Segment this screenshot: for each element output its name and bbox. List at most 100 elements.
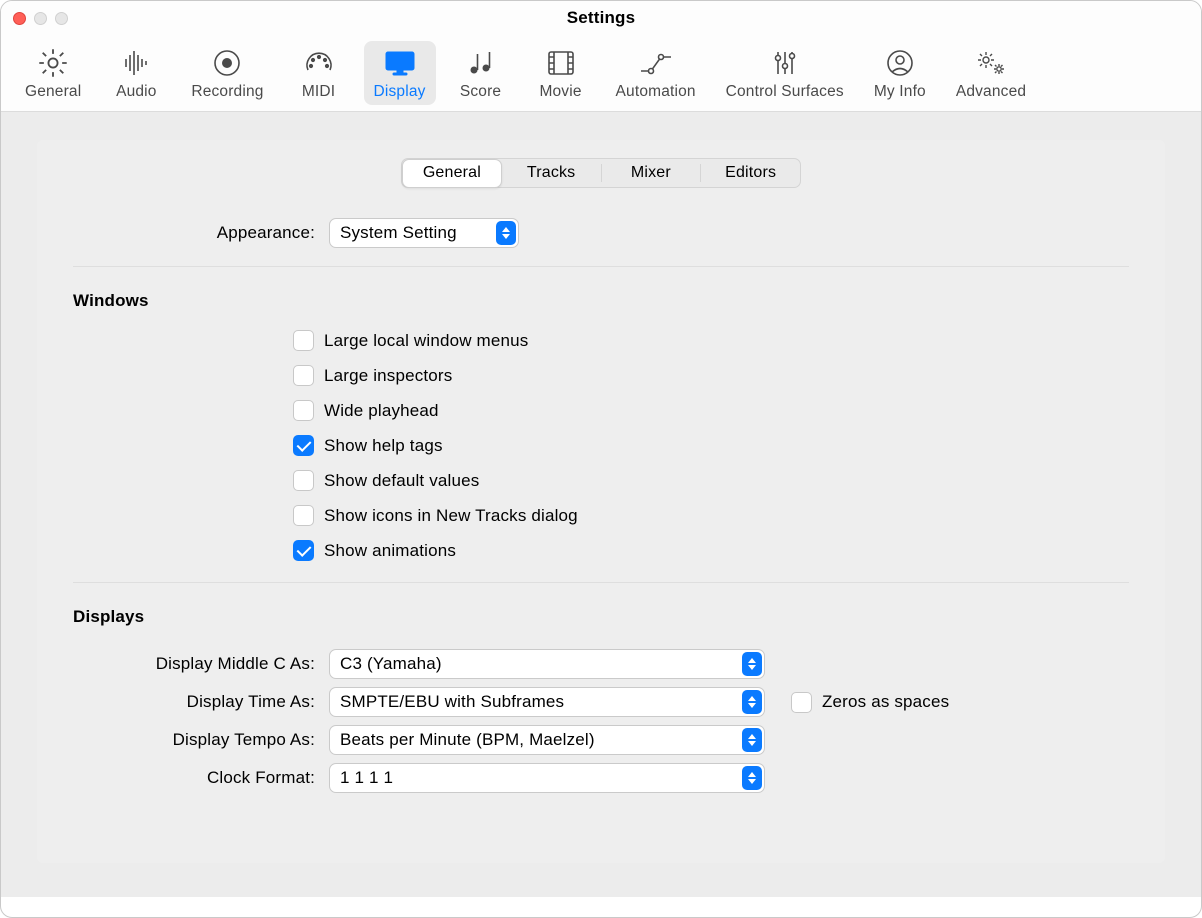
- checkbox-zeros-as-spaces[interactable]: [791, 692, 812, 713]
- settings-toolbar: General Audio Recording: [1, 35, 1201, 112]
- toolbar-label: Audio: [116, 83, 157, 101]
- checkbox-wide-playhead[interactable]: [293, 400, 314, 421]
- toolbar-item-midi[interactable]: MIDI: [284, 41, 354, 105]
- settings-window: Settings General Audio: [0, 0, 1202, 918]
- subtab-label: General: [423, 164, 481, 182]
- checkbox-show-icons-new-tracks[interactable]: [293, 505, 314, 526]
- display-tempo-label: Display Tempo As:: [73, 730, 317, 750]
- checkbox-label: Large inspectors: [324, 366, 452, 386]
- display-time-select[interactable]: SMPTE/EBU with Subframes: [329, 687, 765, 717]
- clock-format-select[interactable]: 1 1 1 1: [329, 763, 765, 793]
- midi-port-icon: [299, 47, 339, 79]
- toolbar-item-score[interactable]: Score: [446, 41, 516, 105]
- dropdown-stepper-icon: [742, 766, 762, 790]
- windows-section-header: Windows: [37, 281, 1165, 323]
- audio-wave-icon: [116, 47, 156, 79]
- subtab-general[interactable]: General: [402, 159, 503, 188]
- zeros-as-spaces-group: Zeros as spaces: [791, 692, 949, 713]
- minimize-button[interactable]: [34, 12, 47, 25]
- select-value: 1 1 1 1: [340, 768, 393, 788]
- toolbar-label: MIDI: [302, 83, 335, 101]
- toolbar-label: Display: [374, 83, 426, 101]
- checkbox-row-show-animations: Show animations: [37, 533, 1165, 568]
- select-value: C3 (Yamaha): [340, 654, 442, 674]
- checkbox-label: Show animations: [324, 541, 456, 561]
- clock-format-row: Clock Format: 1 1 1 1: [37, 759, 1165, 797]
- subtab-label: Editors: [725, 164, 776, 182]
- sliders-icon: [765, 47, 805, 79]
- displays-section-header: Displays: [37, 597, 1165, 639]
- settings-panel: General Tracks Mixer Editors Appearance:…: [37, 140, 1165, 863]
- maximize-button[interactable]: [55, 12, 68, 25]
- subtab-editors[interactable]: Editors: [701, 159, 800, 187]
- checkbox-row-show-icons-new-tracks: Show icons in New Tracks dialog: [37, 498, 1165, 533]
- select-value: System Setting: [340, 223, 457, 243]
- display-tempo-row: Display Tempo As: Beats per Minute (BPM,…: [37, 721, 1165, 759]
- checkbox-label: Show help tags: [324, 436, 443, 456]
- music-notes-icon: [461, 47, 501, 79]
- section-divider: [73, 582, 1129, 583]
- toolbar-label: Movie: [539, 83, 581, 101]
- checkbox-row-show-default-values: Show default values: [37, 463, 1165, 498]
- section-divider: [73, 266, 1129, 267]
- dropdown-stepper-icon: [496, 221, 516, 245]
- toolbar-label: Automation: [616, 83, 696, 101]
- toolbar-label: General: [25, 83, 81, 101]
- appearance-label: Appearance:: [73, 223, 317, 243]
- checkbox-row-large-local-window-menus: Large local window menus: [37, 323, 1165, 358]
- toolbar-item-my-info[interactable]: My Info: [864, 41, 936, 105]
- display-tempo-select[interactable]: Beats per Minute (BPM, Maelzel): [329, 725, 765, 755]
- toolbar-label: Advanced: [956, 83, 1026, 101]
- checkbox-row-show-help-tags: Show help tags: [37, 428, 1165, 463]
- subtab-mixer[interactable]: Mixer: [602, 159, 701, 187]
- display-time-row: Display Time As: SMPTE/EBU with Subframe…: [37, 683, 1165, 721]
- dropdown-stepper-icon: [742, 690, 762, 714]
- gears-icon: [971, 47, 1011, 79]
- display-subtabs: General Tracks Mixer Editors: [401, 158, 801, 188]
- checkbox-label: Wide playhead: [324, 401, 439, 421]
- toolbar-item-movie[interactable]: Movie: [526, 41, 596, 105]
- checkbox-large-local-window-menus[interactable]: [293, 330, 314, 351]
- close-button[interactable]: [13, 12, 26, 25]
- dropdown-stepper-icon: [742, 728, 762, 752]
- checkbox-large-inspectors[interactable]: [293, 365, 314, 386]
- toolbar-item-recording[interactable]: Recording: [181, 41, 273, 105]
- person-circle-icon: [880, 47, 920, 79]
- subtab-label: Tracks: [527, 164, 575, 182]
- record-icon: [207, 47, 247, 79]
- toolbar-label: Score: [460, 83, 501, 101]
- checkbox-label: Large local window menus: [324, 331, 528, 351]
- toolbar-item-advanced[interactable]: Advanced: [946, 41, 1036, 105]
- checkbox-label: Show icons in New Tracks dialog: [324, 506, 578, 526]
- middle-c-select[interactable]: C3 (Yamaha): [329, 649, 765, 679]
- dropdown-stepper-icon: [742, 652, 762, 676]
- middle-c-label: Display Middle C As:: [73, 654, 317, 674]
- content-area: General Tracks Mixer Editors Appearance:…: [1, 112, 1201, 897]
- toolbar-item-general[interactable]: General: [15, 41, 91, 105]
- checkbox-row-large-inspectors: Large inspectors: [37, 358, 1165, 393]
- checkbox-row-wide-playhead: Wide playhead: [37, 393, 1165, 428]
- toolbar-item-audio[interactable]: Audio: [101, 41, 171, 105]
- checkbox-label: Zeros as spaces: [822, 692, 949, 712]
- toolbar-item-control-surfaces[interactable]: Control Surfaces: [716, 41, 854, 105]
- subtab-tracks[interactable]: Tracks: [502, 159, 601, 187]
- appearance-select[interactable]: System Setting: [329, 218, 519, 248]
- titlebar: Settings: [1, 1, 1201, 35]
- toolbar-item-automation[interactable]: Automation: [606, 41, 706, 105]
- automation-curve-icon: [636, 47, 676, 79]
- select-value: Beats per Minute (BPM, Maelzel): [340, 730, 595, 750]
- toolbar-label: Control Surfaces: [726, 83, 844, 101]
- toolbar-label: My Info: [874, 83, 926, 101]
- subtab-label: Mixer: [631, 164, 671, 182]
- window-title: Settings: [1, 8, 1201, 28]
- toolbar-item-display[interactable]: Display: [364, 41, 436, 105]
- clock-format-label: Clock Format:: [73, 768, 317, 788]
- display-monitor-icon: [380, 47, 420, 79]
- gear-icon: [33, 47, 73, 79]
- checkbox-show-default-values[interactable]: [293, 470, 314, 491]
- checkbox-show-help-tags[interactable]: [293, 435, 314, 456]
- middle-c-row: Display Middle C As: C3 (Yamaha): [37, 645, 1165, 683]
- select-value: SMPTE/EBU with Subframes: [340, 692, 564, 712]
- checkbox-show-animations[interactable]: [293, 540, 314, 561]
- display-time-label: Display Time As:: [73, 692, 317, 712]
